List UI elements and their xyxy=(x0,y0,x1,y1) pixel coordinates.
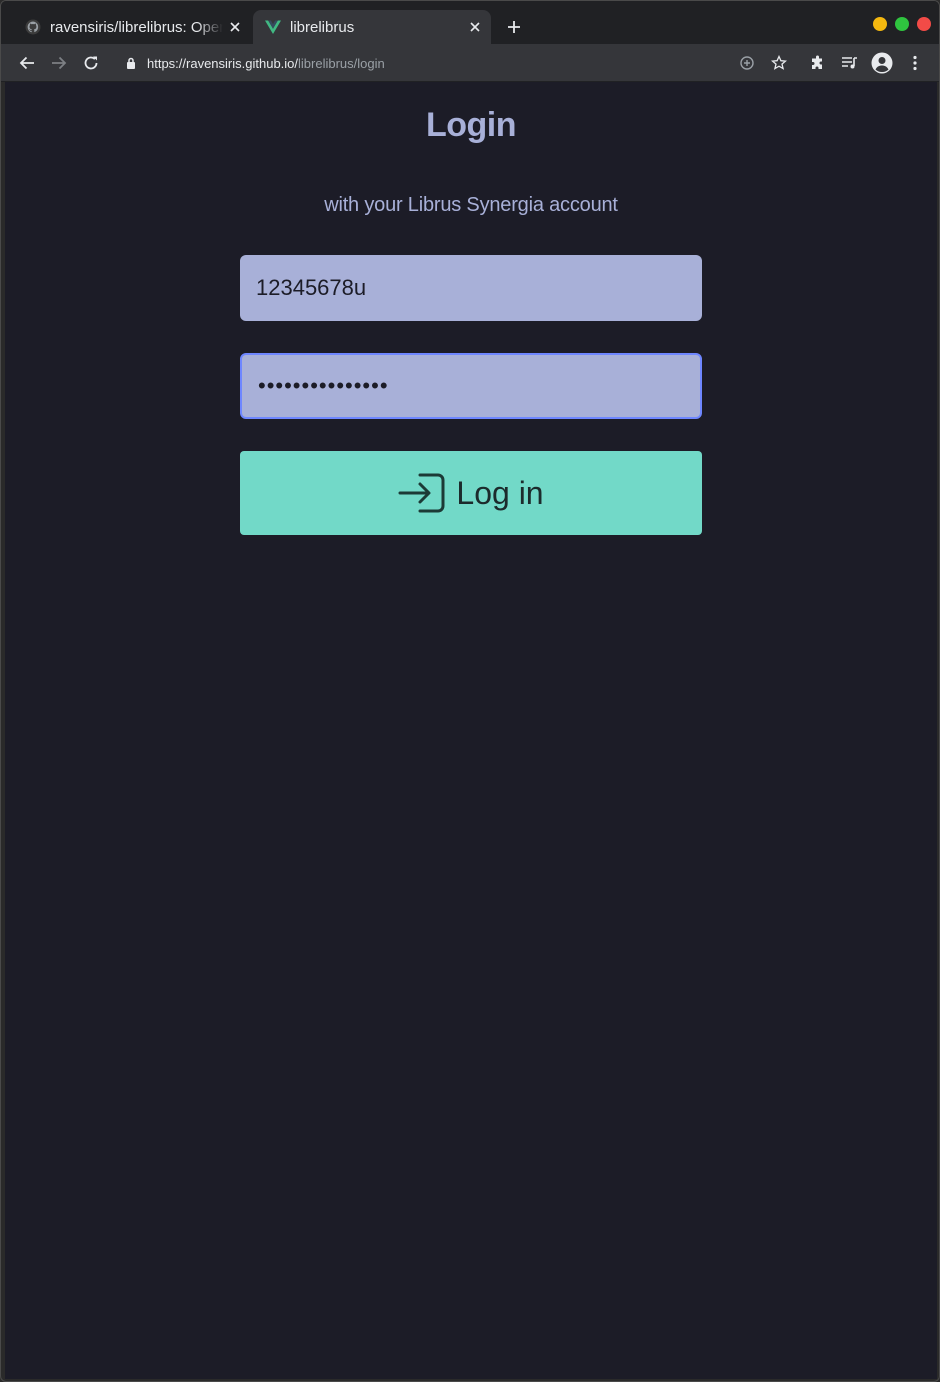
tab-title: librelibrus xyxy=(290,18,355,36)
minimize-button[interactable] xyxy=(873,17,887,31)
page-content: Login with your Librus Synergia account … xyxy=(5,82,937,1379)
login-icon xyxy=(398,473,446,513)
new-tab-button[interactable] xyxy=(502,15,526,39)
bookmark-button[interactable] xyxy=(767,51,791,75)
reload-icon xyxy=(84,56,98,70)
url-path: librelibrus/login xyxy=(298,55,385,71)
page-title: Login xyxy=(425,106,517,144)
login-button[interactable]: Log in xyxy=(240,451,702,535)
url-text: https://ravensiris.github.io/librelibrus… xyxy=(147,56,385,71)
back-button[interactable] xyxy=(15,51,39,75)
tab-github[interactable]: ravensiris/librelibrus: Open xyxy=(13,10,251,44)
vue-icon xyxy=(265,19,281,35)
close-window-button[interactable] xyxy=(917,17,931,31)
install-app-button[interactable] xyxy=(735,51,759,75)
forward-button[interactable] xyxy=(47,51,71,75)
url-host: https://ravensiris.github.io/ xyxy=(147,55,299,71)
arrow-right-icon xyxy=(52,56,67,70)
page-subtitle: with your Librus Synergia account xyxy=(324,194,618,216)
address-bar[interactable]: https://ravensiris.github.io/librelibrus… xyxy=(113,48,729,78)
profile-button[interactable] xyxy=(870,51,894,75)
close-icon[interactable] xyxy=(223,15,247,39)
password-input[interactable] xyxy=(240,353,702,419)
account-circle-icon xyxy=(871,52,893,74)
maximize-button[interactable] xyxy=(895,17,909,31)
add-circle-icon xyxy=(740,56,754,70)
more-vert-icon xyxy=(913,55,917,71)
close-icon[interactable] xyxy=(463,15,487,39)
star-icon xyxy=(771,55,787,70)
queue-music-icon xyxy=(842,57,857,69)
username-input[interactable] xyxy=(240,255,702,321)
login-button-label: Log in xyxy=(456,474,544,511)
browser-window: ravensiris/librelibrus: Open librelibrus xyxy=(0,0,940,1382)
tab-strip: ravensiris/librelibrus: Open librelibrus xyxy=(1,1,939,44)
puzzle-icon xyxy=(812,55,822,69)
github-icon xyxy=(25,19,41,35)
tab-title: ravensiris/librelibrus: Open xyxy=(50,18,223,36)
plus-icon xyxy=(508,21,520,33)
browser-toolbar: https://ravensiris.github.io/librelibrus… xyxy=(1,44,939,82)
reload-button[interactable] xyxy=(79,51,103,75)
arrow-left-icon xyxy=(19,56,34,70)
extensions-button[interactable] xyxy=(806,51,830,75)
menu-button[interactable] xyxy=(903,51,927,75)
lock-icon xyxy=(123,55,139,71)
media-button[interactable] xyxy=(838,51,862,75)
tab-librelibrus[interactable]: librelibrus xyxy=(253,10,491,44)
